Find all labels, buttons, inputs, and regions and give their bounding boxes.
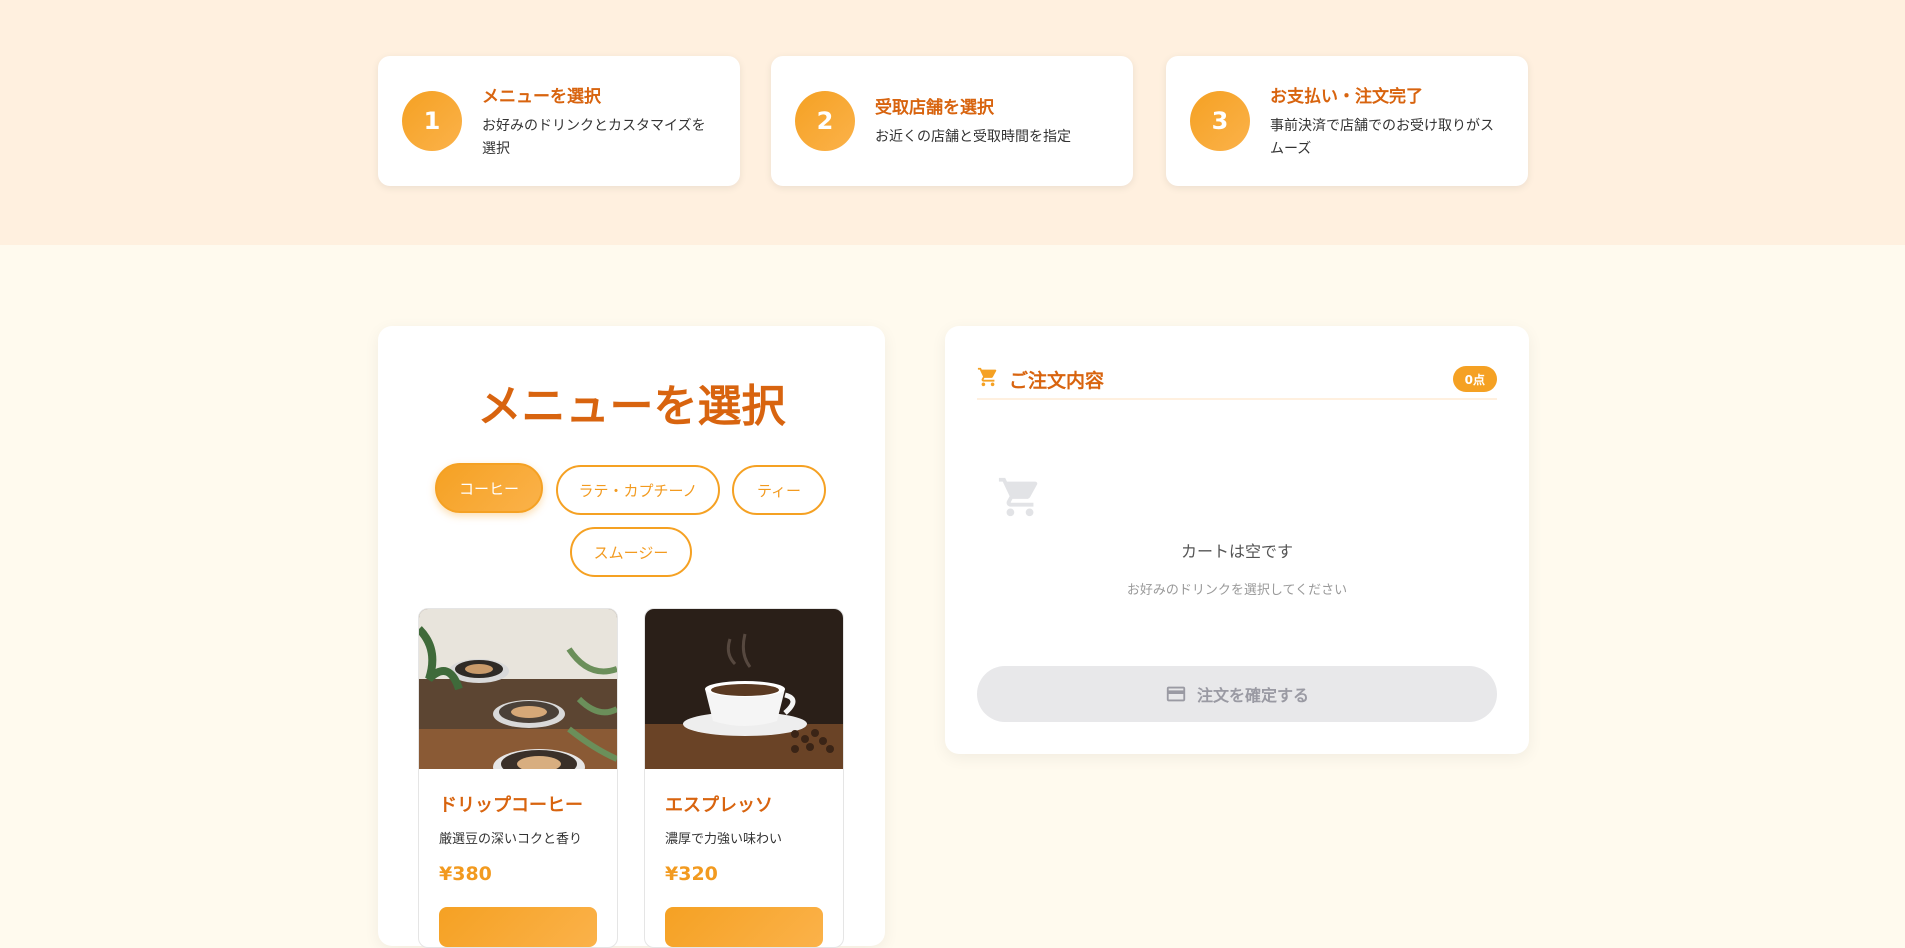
shopping-cart-icon [997, 474, 1043, 524]
menu-title: メニューを選択 [477, 381, 786, 432]
step-title: お支払い・注文完了 [1270, 86, 1423, 107]
product-price: ¥320 [665, 863, 718, 885]
shopping-cart-icon [977, 366, 999, 392]
product-image [419, 609, 617, 769]
product-image [645, 609, 843, 769]
confirm-order-label: 注文を確定する [1196, 686, 1309, 705]
product-price: ¥380 [439, 863, 492, 885]
cart-empty-title: カートは空です [1180, 542, 1293, 561]
product-card-espresso[interactable]: エスプレッソ 濃厚で力強い味わい ¥320 [644, 608, 844, 948]
category-tea-button[interactable]: ティー [732, 465, 826, 515]
step-card-1: 1 メニューを選択 お好みのドリンクとカスタマイズを選択 [378, 56, 740, 186]
product-name: ドリップコーヒー [439, 795, 583, 816]
step-number-badge: 1 [402, 91, 462, 151]
cart-header: ご注文内容 0点 [977, 360, 1497, 400]
step-description: 事前決済で店舗でのお受け取りがスムーズ [1270, 117, 1494, 157]
add-to-cart-button[interactable] [439, 907, 597, 947]
product-description: 濃厚で力強い味わい [665, 832, 783, 847]
step-title: 受取店舗を選択 [875, 98, 994, 118]
step-description: お好みのドリンクとカスタマイズを選択 [482, 117, 706, 157]
credit-card-icon [1165, 683, 1187, 705]
step-card-2: 2 受取店舗を選択 お近くの店舗と受取時間を指定 [771, 56, 1133, 186]
confirm-order-button[interactable]: 注文を確定する [977, 666, 1497, 722]
cart-title: ご注文内容 [1009, 369, 1105, 392]
step-title: メニューを選択 [482, 86, 601, 107]
step-description: お近くの店舗と受取時間を指定 [875, 129, 1071, 145]
add-to-cart-button[interactable] [665, 907, 823, 947]
cart-count-badge: 0点 [1452, 366, 1497, 392]
category-latte-button[interactable]: ラテ・カプチーノ [556, 465, 720, 515]
cart-panel: ご注文内容 0点 カートは空です お好みのドリンクを選択してください 注文を確定… [945, 326, 1529, 754]
category-coffee-button[interactable]: コーヒー [435, 463, 543, 513]
cart-empty-subtitle: お好みのドリンクを選択してください [1126, 583, 1348, 598]
step-card-3: 3 お支払い・注文完了 事前決済で店舗でのお受け取りがスムーズ [1166, 56, 1528, 186]
product-card-drip[interactable]: ドリップコーヒー 厳選豆の深いコクと香り ¥380 [418, 608, 618, 948]
menu-panel: メニューを選択 コーヒー ラテ・カプチーノ ティー スムージー ドリップコーヒー… [378, 326, 885, 948]
step-number-badge: 3 [1190, 91, 1250, 151]
category-smoothie-button[interactable]: スムージー [570, 527, 692, 577]
product-name: エスプレッソ [665, 795, 773, 816]
product-description: 厳選豆の深いコクと香り [439, 832, 583, 847]
step-number-badge: 2 [795, 91, 855, 151]
